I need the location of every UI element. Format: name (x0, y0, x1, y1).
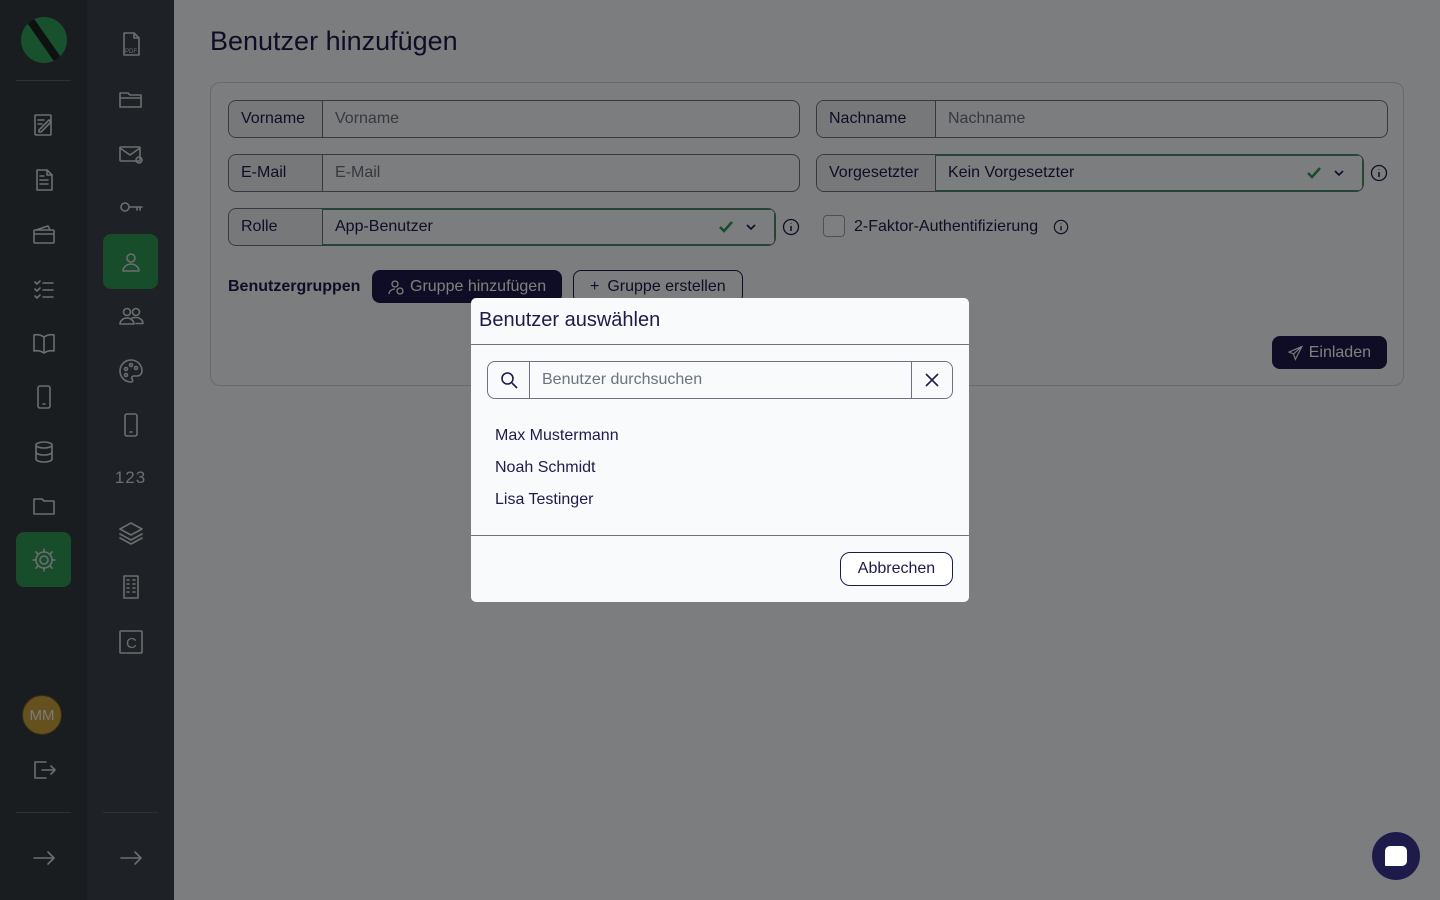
user-list-item[interactable]: Max Mustermann (495, 427, 619, 445)
user-list-item[interactable]: Lisa Testinger (495, 491, 593, 509)
search-input[interactable]: Benutzer durchsuchen (530, 362, 911, 398)
chat-bubble-icon (1385, 846, 1407, 866)
chat-button[interactable] (1372, 832, 1420, 880)
divider (471, 344, 969, 345)
search-icon (488, 362, 530, 398)
cancel-button[interactable]: Abbrechen (840, 552, 953, 586)
select-user-modal: Benutzer auswählen Benutzer durchsuchen … (471, 298, 969, 602)
user-list-item[interactable]: Noah Schmidt (495, 459, 596, 477)
close-icon (925, 373, 939, 387)
divider (471, 535, 969, 536)
modal-title: Benutzer auswählen (479, 309, 661, 331)
clear-search-button[interactable] (911, 362, 952, 398)
user-search: Benutzer durchsuchen (487, 361, 953, 399)
